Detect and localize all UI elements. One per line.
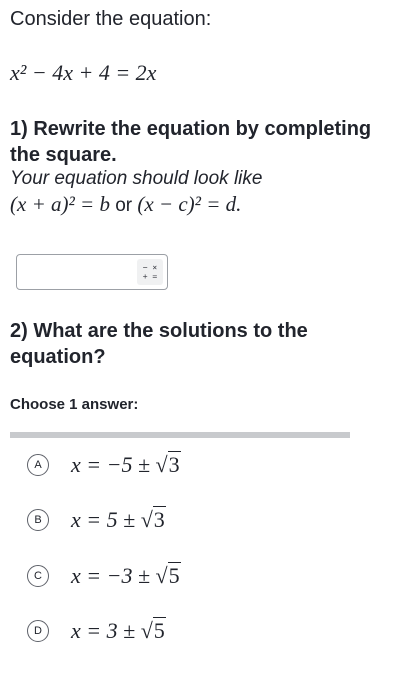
target-forms: (x + a)² = b or (x − c)² = d. <box>10 192 241 217</box>
intro-text: Consider the equation: <box>10 8 212 30</box>
choice-d[interactable]: D x = 3 ± √5 <box>10 606 350 656</box>
sqrt-symbol: √5 <box>155 562 181 588</box>
sqrt-symbol: √3 <box>155 451 181 477</box>
sqrt-symbol: √5 <box>140 617 166 643</box>
choice-a-letter: A <box>27 454 49 476</box>
choice-d-prefix: x = 3 ± <box>71 618 141 643</box>
choose-label: Choose 1 answer: <box>10 396 139 413</box>
choice-b-prefix: x = 5 ± <box>71 507 141 532</box>
choice-c-letter: C <box>27 565 49 587</box>
divider <box>10 432 350 438</box>
keypad-glyph-bottom: + = <box>142 272 158 281</box>
form-b: (x − c)² = d. <box>137 192 242 216</box>
math-keypad-icon[interactable]: − × + = <box>137 259 163 285</box>
choice-a[interactable]: A x = −5 ± √3 <box>10 440 350 490</box>
choice-b-letter: B <box>27 509 49 531</box>
answer-input[interactable]: − × + = <box>16 254 168 290</box>
choice-c-prefix: x = −3 ± <box>71 563 156 588</box>
choice-a-text: x = −5 ± √3 <box>71 451 181 478</box>
question-1-hint: Your equation should look like <box>10 168 263 189</box>
choice-b-radicand: 3 <box>152 506 166 532</box>
choice-d-letter: D <box>27 620 49 642</box>
choice-c-radicand: 5 <box>167 562 181 588</box>
choice-d-text: x = 3 ± √5 <box>71 617 166 644</box>
sqrt-symbol: √3 <box>140 506 166 532</box>
choice-b-text: x = 5 ± √3 <box>71 506 166 533</box>
question-2-title: 2) What are the solutions to the equatio… <box>10 320 308 368</box>
form-a: (x + a)² = b <box>10 192 110 216</box>
or-text: or <box>115 195 133 216</box>
given-equation: x² − 4x + 4 = 2x <box>10 60 157 85</box>
choice-c[interactable]: C x = −3 ± √5 <box>10 551 350 601</box>
choice-c-text: x = −3 ± √5 <box>71 562 181 589</box>
choice-a-radicand: 3 <box>167 451 181 477</box>
choice-a-prefix: x = −5 ± <box>71 452 156 477</box>
keypad-glyph-top: − × <box>142 263 158 272</box>
choice-d-radicand: 5 <box>152 617 166 643</box>
choice-b[interactable]: B x = 5 ± √3 <box>10 495 350 545</box>
question-1-title: 1) Rewrite the equation by completing th… <box>10 118 372 166</box>
